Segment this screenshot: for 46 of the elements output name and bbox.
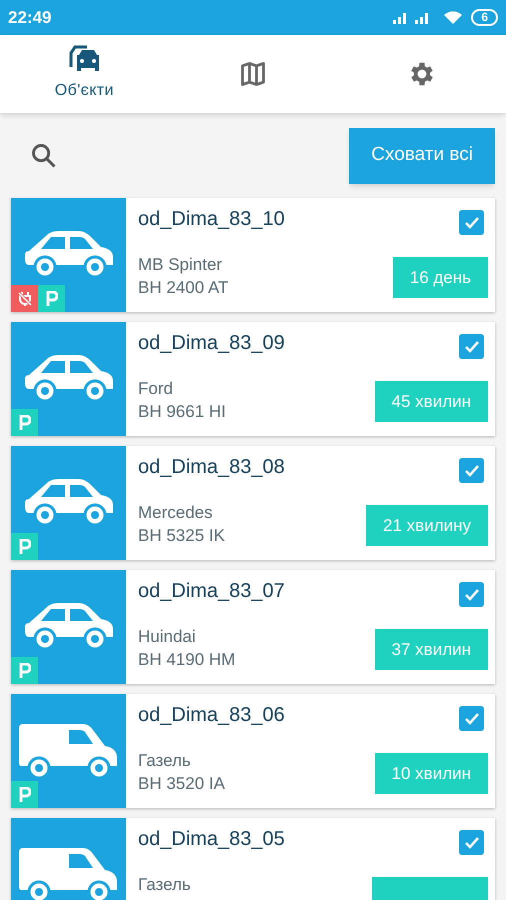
plate-number: BH 4190 HM bbox=[138, 649, 236, 671]
vehicle-card[interactable]: od_Dima_83_08 Mercedes BH 5325 IK 21 хвилину bbox=[11, 446, 495, 560]
wifi-icon bbox=[443, 10, 464, 24]
time-badge: 21 хвилину bbox=[366, 505, 488, 546]
vehicle-card[interactable]: od_Dima_83_06 Газель BH 3520 IA 10 хвилин bbox=[11, 694, 495, 808]
vehicle-model: Huindai bbox=[138, 626, 197, 648]
checkbox[interactable] bbox=[459, 458, 484, 483]
time-badge: 45 хвилин bbox=[374, 381, 488, 422]
map-icon bbox=[239, 60, 267, 88]
vehicle-name: od_Dima_83_10 bbox=[138, 207, 285, 232]
vehicle-name: od_Dima_83_05 bbox=[138, 827, 285, 852]
parking-icon bbox=[11, 657, 38, 684]
vehicle-card[interactable]: od_Dima_83_05 Газель bbox=[11, 818, 495, 900]
vehicle-model: Газель bbox=[138, 874, 191, 896]
checkbox[interactable] bbox=[459, 706, 484, 731]
plate-number: BH 9661 HI bbox=[138, 401, 226, 423]
parking-icon bbox=[11, 533, 38, 560]
vehicle-model: MB Spinter bbox=[138, 254, 224, 276]
vehicle-name: od_Dima_83_08 bbox=[138, 455, 285, 480]
vehicle-card[interactable]: od_Dima_83_10 MB Spinter BH 2400 AT 16 день bbox=[11, 198, 495, 312]
plate-number: BH 3520 IA bbox=[138, 773, 225, 795]
time-badge: 16 день bbox=[392, 257, 488, 298]
time-badge: 37 хвилин bbox=[374, 629, 488, 670]
nav-tab[interactable]: Об'єкти bbox=[0, 35, 169, 113]
vehicle-name: od_Dima_83_09 bbox=[138, 331, 285, 356]
battery-indicator: 6 bbox=[471, 9, 498, 26]
unplugged-icon bbox=[11, 285, 38, 312]
vehicle-name: od_Dima_83_06 bbox=[138, 703, 285, 728]
vehicle-model: Ford bbox=[138, 378, 174, 400]
parking-icon bbox=[11, 409, 38, 436]
plate-number: BH 5325 IK bbox=[138, 525, 225, 547]
checkbox[interactable] bbox=[459, 210, 484, 235]
vehicle-name: od_Dima_83_07 bbox=[138, 579, 285, 604]
time-badge: 10 хвилин bbox=[374, 753, 488, 794]
plate-number: BH 2400 AT bbox=[138, 277, 228, 299]
vehicle-model: Газель bbox=[138, 750, 192, 772]
parking-icon bbox=[11, 781, 38, 808]
clock: 22:49 bbox=[8, 6, 52, 29]
checkbox[interactable] bbox=[459, 830, 484, 855]
checkbox[interactable] bbox=[459, 334, 484, 359]
vehicle-card[interactable]: od_Dima_83_07 Huindai BH 4190 HM 37 хвилин bbox=[11, 570, 495, 684]
checkbox[interactable] bbox=[459, 582, 484, 607]
search-icon[interactable] bbox=[30, 142, 58, 170]
parking-icon bbox=[38, 285, 65, 312]
vehicle-card[interactable]: od_Dima_83_09 Ford BH 9661 HI 45 хвилин bbox=[11, 322, 495, 436]
vehicle-model: Mercedes bbox=[138, 502, 214, 524]
